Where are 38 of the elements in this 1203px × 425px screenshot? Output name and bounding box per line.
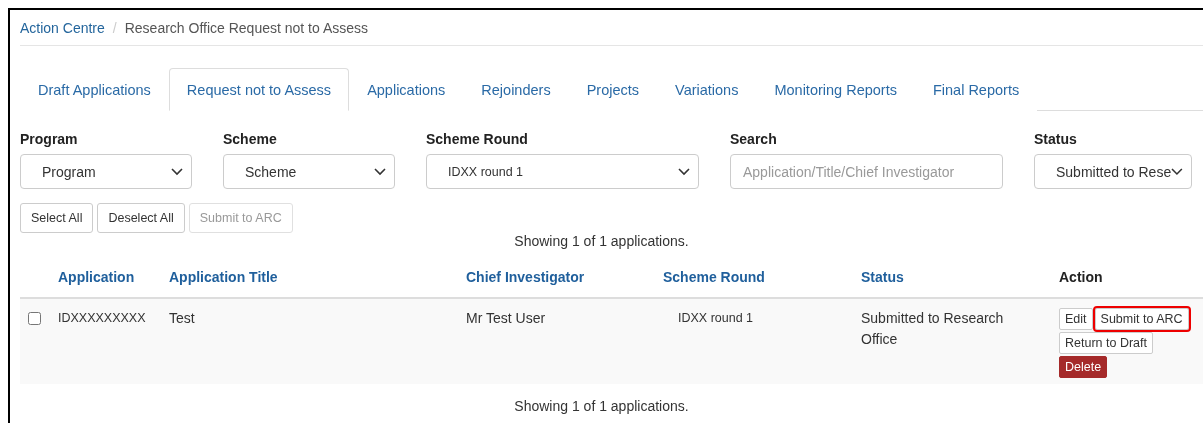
select-field[interactable]: IDXX round 1 xyxy=(426,154,699,189)
table-cell-text: IDXXXXXXXXX xyxy=(58,310,147,327)
table-cell-text: Test xyxy=(169,309,196,328)
select-field[interactable]: Scheme xyxy=(223,154,395,189)
breadcrumb-current: Research Office Request not to Assess xyxy=(124,19,369,36)
table-cell-text: IDXX round 1 xyxy=(677,310,755,327)
column-header: Scheme Round xyxy=(663,269,766,285)
row-checkbox[interactable] xyxy=(28,312,41,325)
filter-label: Scheme xyxy=(223,131,278,147)
filter-label: Search xyxy=(730,131,778,147)
filter-label: Program xyxy=(20,131,79,147)
select-field[interactable]: Submitted to Rese xyxy=(1034,154,1192,189)
results-summary: Showing 1 of 1 applications. xyxy=(513,233,690,249)
bulk-action-button[interactable]: Select All xyxy=(20,203,94,233)
search-field[interactable]: Application/Title/Chief Investigator xyxy=(730,154,1003,189)
chevron-down-icon xyxy=(1171,167,1183,176)
column-header: Chief Investigator xyxy=(466,269,586,285)
chevron-down-icon xyxy=(171,167,183,176)
breadcrumb-separator: / xyxy=(112,19,117,36)
breadcrumb-link[interactable]: Action Centre xyxy=(20,19,105,36)
table-cell-text: Submitted to Research Office xyxy=(861,309,1005,349)
filter-label: Scheme Round xyxy=(426,131,529,147)
column-header: Status xyxy=(861,269,905,285)
row-action-button[interactable]: Delete xyxy=(1059,356,1108,378)
row-action-button[interactable]: Submit to ARC xyxy=(1094,308,1189,330)
column-header: Action xyxy=(1059,269,1104,285)
select-field[interactable]: Program xyxy=(20,154,192,189)
column-header: Application xyxy=(58,269,136,285)
filter-label: Status xyxy=(1034,131,1078,147)
bulk-action-button[interactable]: Deselect All xyxy=(97,203,185,233)
row-action-button[interactable]: Return to Draft xyxy=(1059,332,1153,354)
table-cell-text: Mr Test User xyxy=(466,309,547,328)
column-header: Application Title xyxy=(169,269,279,285)
tab[interactable]: Request not to Assess xyxy=(168,68,350,111)
row-action-button[interactable]: Edit xyxy=(1059,308,1093,330)
chevron-down-icon xyxy=(374,167,386,176)
results-summary: Showing 1 of 1 applications. xyxy=(513,398,690,414)
chevron-down-icon xyxy=(678,167,690,176)
